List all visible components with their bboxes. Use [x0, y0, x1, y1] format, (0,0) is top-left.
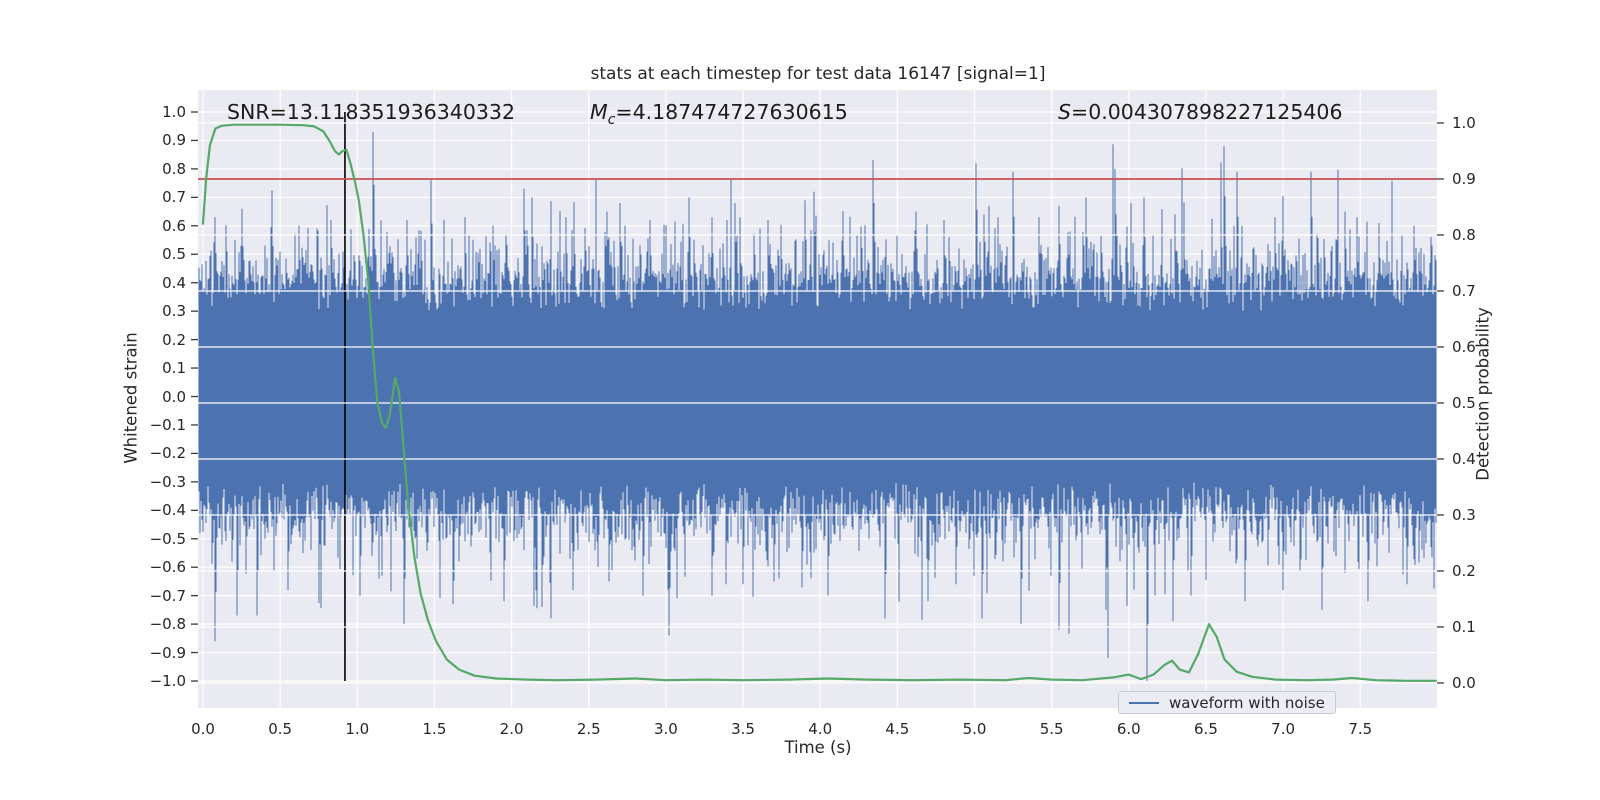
x-tick-label: 6.0	[1116, 720, 1141, 738]
x-axis-label: Time (s)	[784, 738, 852, 757]
annotation-s-stat-value: =0.004307898227125406	[1071, 100, 1343, 124]
y-tick-label-left: 1.0	[162, 103, 186, 121]
y-tick-label-right: 0.3	[1452, 506, 1476, 524]
legend-line-icon	[1129, 701, 1159, 704]
legend-label: waveform with noise	[1169, 693, 1325, 712]
y-tick-label-right: 0.5	[1452, 394, 1476, 412]
y-tick-label-left: 0.0	[162, 387, 186, 406]
y-tick-label-left: 0.5	[162, 245, 186, 264]
y-tick-label-left: −0.2	[149, 444, 186, 463]
x-tick-label: 1.5	[422, 720, 447, 738]
y-tick-label-right: 0.6	[1452, 338, 1476, 356]
y-tick-label-left: −0.8	[149, 615, 186, 634]
y-tick-label-left: −0.1	[149, 415, 186, 434]
y-axis-label-left: Whitened strain	[121, 332, 141, 464]
y-tick-label-left: 0.8	[162, 159, 186, 178]
y-tick-label-left: 0.4	[162, 273, 186, 292]
x-tick-label: 5.5	[1039, 720, 1064, 738]
x-tick-label: 2.5	[576, 720, 601, 738]
annotation-snr-value: =13.118351936340332	[269, 100, 516, 124]
y-tick-label-left: −0.5	[149, 529, 186, 548]
y-tick-label-left: 0.3	[162, 302, 186, 321]
annotation-snr: SNR=13.118351936340332	[227, 100, 515, 124]
x-tick-label: 0.5	[268, 720, 293, 738]
y-tick-label-left: 0.6	[162, 216, 186, 235]
x-tick-label: 2.0	[499, 720, 524, 738]
y-tick-label-left: −0.3	[149, 472, 186, 491]
x-tick-label: 0.0	[191, 720, 215, 738]
x-tick-label: 6.5	[1194, 720, 1218, 738]
x-tick-label: 7.5	[1348, 720, 1373, 738]
x-tick-label: 1.0	[345, 720, 370, 738]
y-tick-label-right: 0.2	[1452, 562, 1476, 580]
y-tick-label-right: 1.0	[1452, 114, 1476, 132]
x-tick-label: 7.0	[1271, 720, 1296, 738]
annotation-chirp-mass-value: =4.187474727630615	[615, 100, 848, 124]
y-axis-label-right: Detection probability	[1473, 307, 1493, 481]
x-tick-label: 3.5	[731, 720, 755, 738]
y-tick-label-right: 0.7	[1452, 282, 1476, 300]
y-tick-label-right: 0.1	[1452, 618, 1476, 636]
y-tick-label-left: −0.4	[149, 501, 186, 520]
y-tick-label-right: 0.9	[1452, 170, 1476, 188]
annotation-s-stat: S=0.004307898227125406	[1058, 100, 1343, 124]
x-tick-label: 3.0	[653, 720, 678, 738]
y-tick-label-right: 0.4	[1452, 450, 1476, 468]
y-tick-label-left: 0.2	[162, 330, 186, 349]
legend: waveform with noise	[1118, 691, 1336, 714]
y-tick-label-left: 0.1	[162, 359, 186, 378]
chart-title: stats at each timestep for test data 161…	[590, 64, 1046, 84]
y-tick-label-left: −0.6	[149, 558, 186, 577]
annotation-chirp-mass: Mc=4.187474727630615	[590, 100, 848, 128]
x-tick-label: 4.5	[885, 720, 910, 738]
x-tick-label: 5.0	[962, 720, 987, 738]
annotation-s-stat-symbol: S	[1058, 100, 1072, 124]
y-tick-label-left: −0.7	[149, 586, 186, 605]
y-tick-label-left: −0.9	[149, 643, 186, 662]
y-tick-label-left: 0.9	[162, 131, 186, 150]
annotation-snr-symbol: SNR	[227, 100, 270, 124]
figure: stats at each timestep for test data 161…	[0, 0, 1600, 800]
y-tick-label-left: 0.7	[162, 188, 186, 207]
y-tick-label-right: 0.0	[1452, 674, 1476, 692]
annotation-chirp-mass-symbol: M	[590, 100, 608, 124]
x-tick-label: 4.0	[808, 720, 833, 738]
y-tick-label-left: −1.0	[149, 672, 186, 690]
y-tick-label-right: 0.8	[1452, 226, 1476, 244]
